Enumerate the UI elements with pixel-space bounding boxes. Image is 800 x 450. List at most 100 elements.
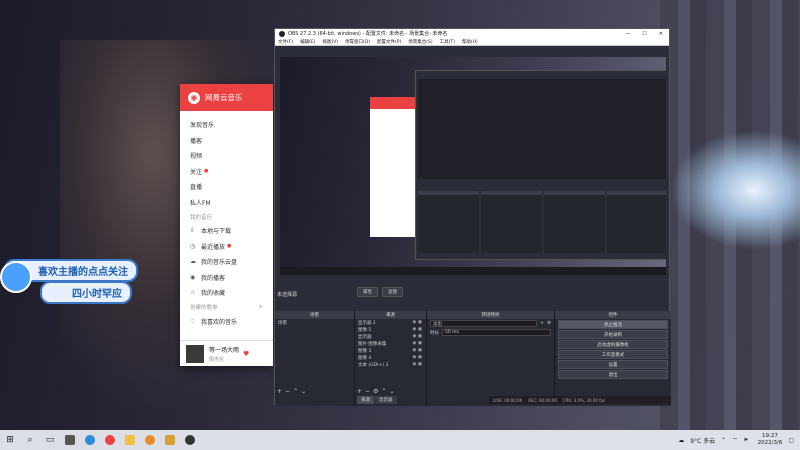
move-up-icon[interactable]: ⌃ <box>293 388 298 395</box>
move-down-icon[interactable]: ⌄ <box>301 388 306 395</box>
source-item[interactable]: 图片·图像采集 ◉ ▣ <box>355 340 426 347</box>
eye-icon[interactable]: ◉ ▣ <box>412 334 422 339</box>
music-my-collection[interactable]: ☆ 我的收藏 <box>190 285 273 301</box>
music-favorite-playlist[interactable]: ♡ 我喜欢的音乐 <box>190 314 273 330</box>
remove-icon[interactable]: − <box>285 388 290 395</box>
add-icon[interactable]: + <box>540 321 544 326</box>
windows-start-icon[interactable]: ⊞ <box>0 430 20 450</box>
source-item[interactable]: 显示器 ◉ ▣ <box>355 333 426 340</box>
star-icon: ☆ <box>190 289 196 297</box>
maximize-icon[interactable]: ☐ <box>642 31 646 37</box>
preview-obs-window <box>415 70 666 260</box>
obs-docks: 场景 场景 + − ⌃ ⌄ 来源 显示器 2 ◉ ▣ 图像 5 ◉ ▣ 显示器 ◉ ▣… <box>275 311 671 406</box>
eye-icon[interactable]: ◉ ▣ <box>412 355 422 360</box>
album-cover[interactable] <box>186 344 204 363</box>
volume-icon[interactable]: 🕪 <box>744 436 748 444</box>
menu-view[interactable]: 视图(V) <box>322 39 338 45</box>
move-down-icon[interactable]: ⌄ <box>389 388 394 395</box>
start-virtual-camera-button[interactable]: 启动虚拟摄像机 <box>558 340 668 349</box>
netease-music-icon[interactable] <box>100 430 120 450</box>
music-header[interactable]: ◉ 网易云音乐 <box>180 84 273 111</box>
scene-item[interactable]: 场景 <box>275 319 354 326</box>
sources-dock-title: 来源 <box>355 311 426 319</box>
tab-sources[interactable]: 来源 <box>357 396 374 404</box>
notification-icon[interactable]: ▢ <box>788 437 794 444</box>
download-icon: ⇩ <box>190 227 196 235</box>
menu-profile[interactable]: 配置文件(P) <box>377 39 401 45</box>
exit-button[interactable]: 退出 <box>558 370 668 379</box>
music-nav-fm[interactable]: 私人FM <box>190 195 273 211</box>
minimize-icon[interactable]: — <box>625 31 630 37</box>
music-nav-podcast[interactable]: 播客 <box>190 133 273 149</box>
file-explorer-icon[interactable] <box>120 430 140 450</box>
source-item[interactable]: 图像 3 ◉ ▣ <box>355 347 426 354</box>
transition-select[interactable]: 淡出 <box>430 320 538 327</box>
app-orange-icon[interactable] <box>140 430 160 450</box>
remove-icon[interactable]: − <box>365 388 370 395</box>
like-heart-icon[interactable]: ♥ <box>243 350 249 358</box>
add-icon[interactable]: + <box>357 388 362 395</box>
menu-edit[interactable]: 编辑(E) <box>300 39 315 45</box>
music-nav-discover[interactable]: 发现音乐 <box>190 117 273 133</box>
source-item[interactable]: 显示器 2 ◉ ▣ <box>355 319 426 326</box>
eye-icon[interactable]: ◉ ▣ <box>412 348 422 353</box>
music-section-my: 我的音乐 <box>190 214 213 221</box>
menu-docks[interactable]: 停靠窗口(D) <box>345 39 370 45</box>
mascot-icon <box>0 261 32 293</box>
music-my-cloud[interactable]: ☁ 我的音乐云盘 <box>190 254 273 270</box>
studio-mode-button[interactable]: 工作室模式 <box>558 350 668 359</box>
source-item[interactable]: 图像 4 ◉ ▣ <box>355 354 426 361</box>
music-nav-video[interactable]: 视频 <box>190 148 273 164</box>
music-nav-follow[interactable]: 关注 ● <box>190 164 273 180</box>
gear-icon[interactable]: ⚙ <box>373 388 378 395</box>
menu-file[interactable]: 文件(F) <box>278 39 293 45</box>
gear-icon[interactable]: ⚙ <box>547 321 551 326</box>
song-title: 等一场大雨 <box>209 346 240 354</box>
taskbar-clock[interactable]: 19:27 2022/3/6 <box>758 433 783 447</box>
obs-preview[interactable] <box>280 57 666 275</box>
source-toolbar: 属性 滤镜 <box>357 287 403 297</box>
music-section-playlist: 创建的歌单 + <box>190 304 263 311</box>
weather-icon[interactable]: ☁ <box>678 437 684 444</box>
app-yellow-icon[interactable] <box>160 430 180 450</box>
menu-tools[interactable]: 工具(T) <box>440 39 455 45</box>
settings-button[interactable]: 设置 <box>558 360 668 369</box>
eye-icon[interactable]: ◉ ▣ <box>412 327 422 332</box>
music-my-recent[interactable]: ◷ 最近播放 ● <box>190 239 273 255</box>
add-icon[interactable]: + <box>277 388 282 395</box>
close-icon[interactable]: ✕ <box>659 31 663 37</box>
duration-input[interactable]: 50 ms <box>442 329 551 336</box>
music-nav: 发现音乐 播客 视频 关注 ● 直播 私人FM 我的音乐 ⇩ 本地与下载 ◷ 最近播放… <box>180 111 273 329</box>
menu-help[interactable]: 帮助(H) <box>462 39 478 45</box>
weather-text[interactable]: 9°C 多云 <box>690 436 715 445</box>
music-my-local[interactable]: ⇩ 本地与下载 <box>190 223 273 239</box>
properties-button[interactable]: 属性 <box>357 287 378 297</box>
source-item[interactable]: 文本 (GDI+) 3 ◉ ▣ <box>355 361 426 368</box>
eye-icon[interactable]: ◉ ▣ <box>412 341 422 346</box>
music-my-podcast[interactable]: ◉ 我的播客 <box>190 270 273 286</box>
move-up-icon[interactable]: ⌃ <box>381 388 386 395</box>
add-playlist-button[interactable]: + <box>258 304 263 310</box>
obs-taskbar-icon[interactable] <box>180 430 200 450</box>
preview-taskbar <box>280 267 666 275</box>
eye-icon[interactable]: ◉ ▣ <box>412 320 422 325</box>
music-nav-live[interactable]: 直播 <box>190 179 273 195</box>
search-icon[interactable]: ⌕ <box>20 430 40 450</box>
source-item[interactable]: 图像 5 ◉ ▣ <box>355 326 426 333</box>
app-icon[interactable] <box>60 430 80 450</box>
tab-mixer[interactable]: 混音器 <box>375 396 397 404</box>
edge-browser-icon[interactable] <box>80 430 100 450</box>
network-icon[interactable]: ⌔ <box>732 436 738 444</box>
tray-up-icon[interactable]: ⌃ <box>721 437 726 444</box>
rec-status: REC: 00:00:00 <box>528 397 557 403</box>
start-recording-button[interactable]: 开始录制 <box>558 330 668 339</box>
clock-icon: ◷ <box>190 242 196 250</box>
task-view-icon[interactable]: ▭ <box>40 430 60 450</box>
cloud-icon: ☁ <box>190 258 196 266</box>
filters-button[interactable]: 滤镜 <box>382 287 403 297</box>
stop-streaming-button[interactable]: 停止推流 <box>558 320 668 329</box>
obs-titlebar[interactable]: OBS 27.2.3 (64-bit, windows) - 配置文件: 未命名… <box>275 29 669 38</box>
eye-icon[interactable]: ◉ ▣ <box>412 362 422 367</box>
cpu-status: CPU: 3.0%, 30.00 fps <box>562 397 606 403</box>
menu-scene-collection[interactable]: 场景集合(S) <box>408 39 432 45</box>
